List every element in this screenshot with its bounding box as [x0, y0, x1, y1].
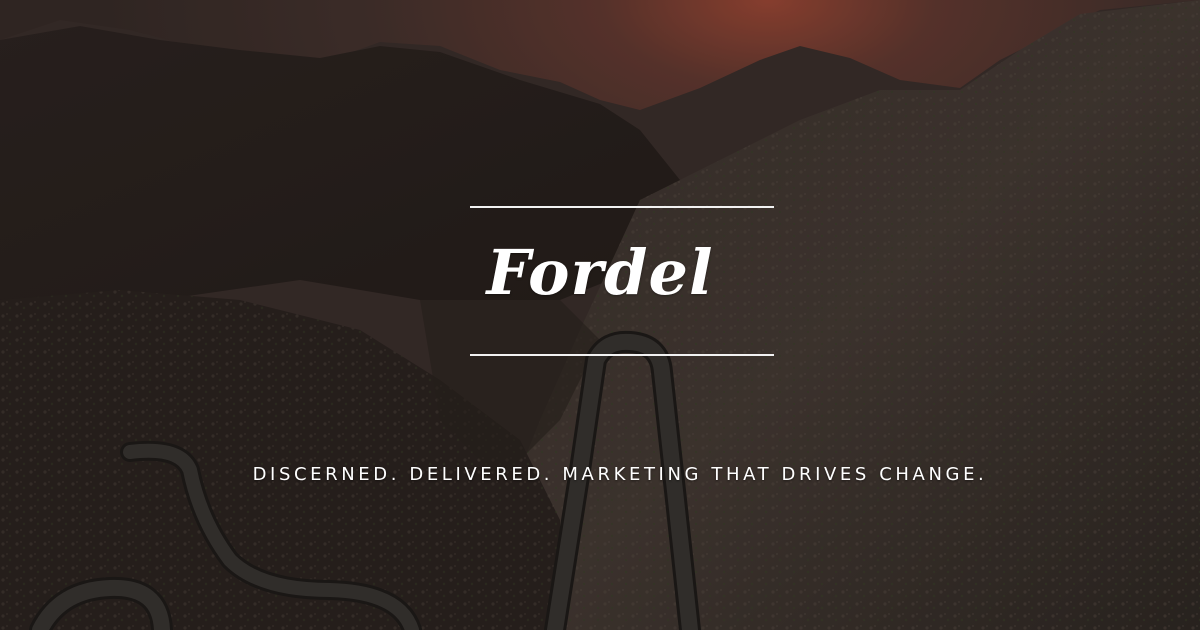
- dark-overlay: [0, 0, 1200, 630]
- brand-logo: Fordel: [486, 236, 714, 309]
- tagline: DISCERNED. DELIVERED. MARKETING THAT DRI…: [252, 464, 988, 485]
- top-divider: [470, 206, 774, 208]
- hero-banner: Fordel DISCERNED. DELIVERED. MARKETING T…: [0, 0, 1200, 630]
- bottom-divider: [470, 354, 774, 356]
